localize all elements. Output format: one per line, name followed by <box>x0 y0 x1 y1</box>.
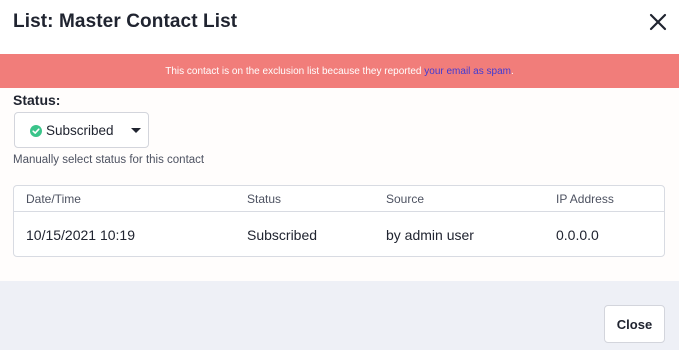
contact-list-modal: List: Master Contact List This contact i… <box>0 0 679 350</box>
status-dropdown[interactable]: Subscribed <box>14 112 149 148</box>
close-icon[interactable] <box>646 10 670 34</box>
modal-title: List: Master Contact List <box>13 11 238 32</box>
close-button[interactable]: Close <box>604 305 665 343</box>
cell-ip-address: 0.0.0.0 <box>556 227 599 243</box>
spam-report-link[interactable]: your email as spam <box>424 66 511 77</box>
status-history-table: Date/Time Status Source IP Address 10/15… <box>13 185 665 257</box>
exclusion-banner: This contact is on the exclusion list be… <box>0 54 679 88</box>
banner-text: This contact is on the exclusion list be… <box>165 65 422 77</box>
column-header-ip-address: IP Address <box>556 192 614 206</box>
check-circle-icon <box>30 124 42 137</box>
modal-body: List: Master Contact List This contact i… <box>0 0 679 281</box>
caret-down-icon <box>131 128 141 133</box>
column-header-status: Status <box>247 192 282 206</box>
cell-datetime: 10/15/2021 10:19 <box>26 227 135 243</box>
status-label: Status: <box>13 92 61 108</box>
column-header-source: Source <box>386 192 425 206</box>
status-selected-value: Subscribed <box>46 122 114 138</box>
modal-header: List: Master Contact List <box>0 0 679 54</box>
banner-suffix: . <box>510 65 514 77</box>
table-header: Date/Time Status Source IP Address <box>14 186 664 212</box>
column-header-datetime: Date/Time <box>26 192 81 206</box>
cell-status: Subscribed <box>247 227 318 243</box>
status-help-text: Manually select status for this contact <box>13 154 205 166</box>
cell-source: by admin user <box>386 227 474 243</box>
